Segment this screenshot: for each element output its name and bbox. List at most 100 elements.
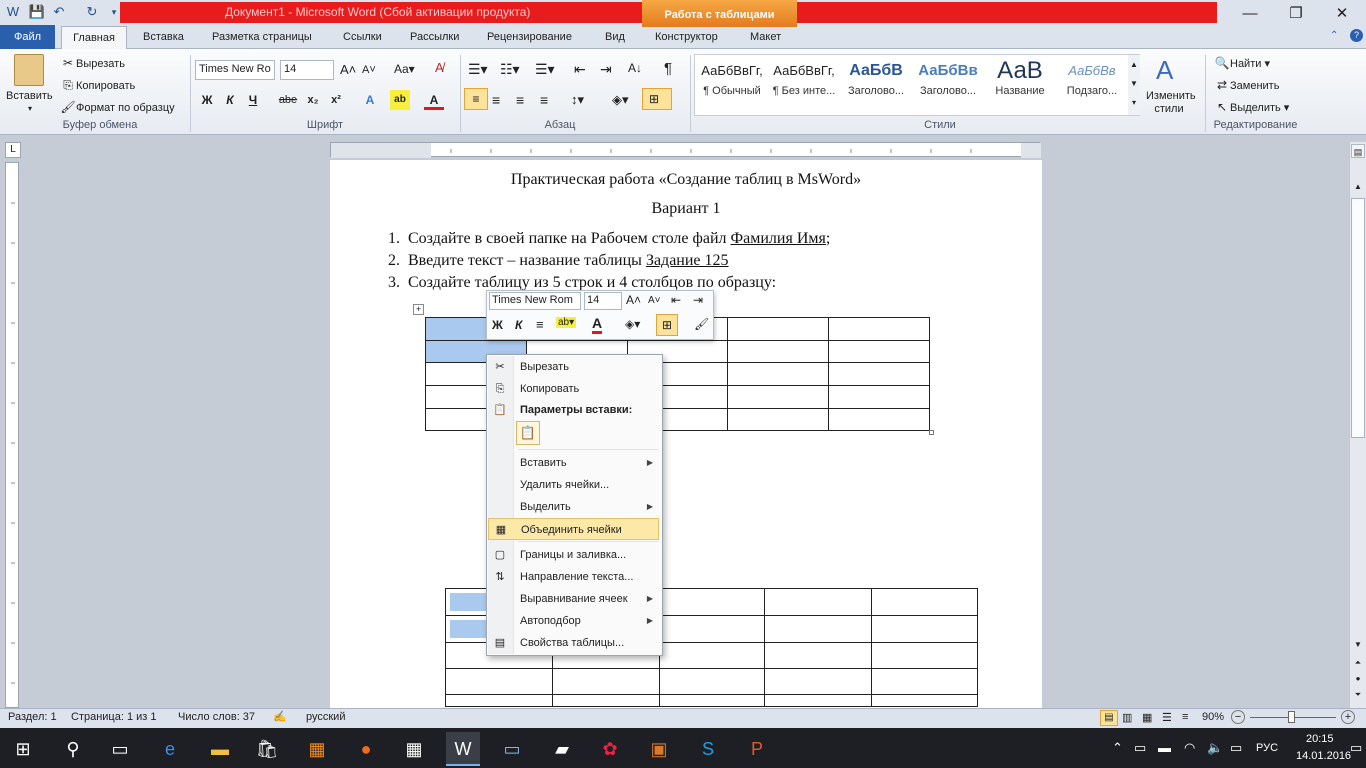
clock-time[interactable]: 20:15 [1306, 733, 1334, 745]
tab-layout[interactable]: Макет [750, 27, 781, 49]
styles-scroll[interactable]: ▲ ▼ ▾ [1128, 55, 1140, 115]
zoom-level[interactable]: 90% [1202, 711, 1224, 723]
decrease-indent-icon[interactable]: ⇤ [574, 61, 586, 78]
subscript-icon[interactable]: x₂ [303, 90, 323, 110]
tab-view[interactable]: Вид [605, 27, 625, 49]
bullets-icon[interactable]: ☰▾ [468, 61, 488, 78]
table-cell[interactable] [658, 694, 766, 707]
table-cell[interactable] [764, 694, 873, 707]
menu-table-properties[interactable]: ▤ Свойства таблицы... [488, 632, 659, 654]
close-button[interactable]: ✕ [1320, 0, 1364, 27]
style-normal[interactable]: АаБбВвГг, ¶ Обычный [696, 57, 768, 111]
menu-autofit[interactable]: Автоподбор ▶ [488, 610, 659, 632]
undo-icon[interactable]: ↶ [50, 3, 68, 21]
style-no-spacing[interactable]: АаБбВвГг, ¶ Без инте... [768, 57, 840, 111]
mini-size-combo[interactable]: 14 [584, 292, 622, 310]
app-icon-orange[interactable]: ▦ [300, 732, 334, 766]
scroll-thumb[interactable] [1351, 198, 1365, 438]
table-cell[interactable] [551, 694, 660, 707]
highlight-icon[interactable]: ab [390, 90, 410, 110]
start-icon[interactable]: ⊞ [6, 732, 40, 766]
mini-decrease-indent-icon[interactable]: ⇤ [671, 293, 681, 307]
paste-dropdown-icon[interactable]: ▾ [28, 104, 32, 113]
tab-references[interactable]: Ссылки [343, 27, 382, 49]
table-cell[interactable] [828, 408, 930, 431]
notifications-icon[interactable]: ▭ [1350, 740, 1362, 756]
mini-font-combo[interactable]: Times New Rom [489, 292, 581, 310]
menu-select[interactable]: Выделить ▶ [488, 496, 659, 518]
vertical-ruler[interactable] [5, 162, 19, 708]
draft-view-icon[interactable]: ≡ [1182, 711, 1188, 723]
word-app-icon[interactable]: W [4, 3, 22, 21]
minimize-button[interactable]: — [1228, 0, 1272, 27]
tab-selector-icon[interactable]: L [5, 142, 21, 158]
font-name-combo[interactable]: Times New Ro [195, 60, 275, 80]
table-cell[interactable] [764, 668, 873, 695]
table-cell[interactable] [828, 340, 930, 363]
word-taskbar-icon[interactable]: W [446, 732, 480, 766]
mini-grow-font-icon[interactable]: A˄ [626, 293, 641, 307]
table-cell[interactable] [727, 385, 830, 409]
borders-button[interactable]: ⊞ [642, 88, 672, 110]
select-button[interactable]: ↖ Выделить ▾ [1214, 99, 1289, 115]
table-cell[interactable] [871, 668, 978, 695]
font-color-icon[interactable]: A [424, 90, 444, 110]
status-page[interactable]: Страница: 1 из 1 [71, 711, 157, 723]
mini-borders-icon[interactable]: ⊞ [656, 314, 678, 336]
change-styles-icon[interactable]: A [1156, 55, 1173, 86]
table-resize-handle[interactable] [929, 430, 934, 435]
zoom-slider-thumb[interactable] [1288, 711, 1295, 723]
align-center-icon[interactable]: ≡ [492, 92, 500, 108]
shrink-font-icon[interactable]: A˅ [362, 64, 376, 76]
powerpoint-icon[interactable]: P [740, 732, 774, 766]
help-icon[interactable]: ? [1350, 29, 1363, 42]
mini-bold-icon[interactable]: Ж [492, 318, 503, 332]
table-cell[interactable] [871, 615, 978, 643]
menu-delete-cells[interactable]: Удалить ячейки... [488, 474, 659, 496]
clock-date[interactable]: 14.01.2016 [1296, 750, 1351, 762]
tab-home[interactable]: Главная [61, 26, 127, 50]
table-cell[interactable] [658, 668, 766, 695]
show-formatting-icon[interactable]: ¶ [664, 60, 672, 77]
zoom-in-icon[interactable]: + [1341, 710, 1355, 724]
replace-button[interactable]: ⇄ Заменить [1214, 77, 1279, 93]
status-word-count[interactable]: Число слов: 37 [178, 711, 255, 723]
menu-borders-shading[interactable]: ▢ Границы и заливка... [488, 544, 659, 566]
table-cell[interactable] [764, 642, 873, 669]
table-cell[interactable] [871, 642, 978, 669]
menu-cell-alignment[interactable]: Выравнивание ячеек ▶ [488, 588, 659, 610]
find-button[interactable]: 🔍Найти ▾ [1214, 55, 1270, 71]
table-cell[interactable] [658, 588, 766, 616]
menu-cut[interactable]: ✂ Вырезать [488, 356, 659, 378]
style-subtitle[interactable]: АаБбВв Подзаго... [1056, 57, 1128, 111]
network-icon[interactable]: ▭ [1134, 740, 1146, 756]
tab-file[interactable]: Файл [0, 25, 55, 49]
ruler-toggle-icon[interactable]: ▤ [1351, 144, 1365, 158]
menu-merge-cells[interactable]: ▦ Объединить ячейки [488, 518, 659, 540]
superscript-icon[interactable]: x² [326, 90, 346, 110]
table-cell[interactable] [828, 317, 930, 341]
keyboard-icon[interactable]: ▭ [1230, 740, 1242, 756]
tab-page-layout[interactable]: Разметка страницы [212, 27, 312, 49]
menu-text-direction[interactable]: ⇅ Направление текста... [488, 566, 659, 588]
style-heading-2[interactable]: АаБбВв Заголово... [912, 57, 984, 111]
table-cell[interactable] [871, 588, 978, 616]
menu-insert[interactable]: Вставить ▶ [488, 452, 659, 474]
scroll-up-icon[interactable]: ▲ [1351, 180, 1365, 194]
table-cell[interactable] [445, 694, 553, 707]
monitor-icon[interactable]: ▭ [495, 732, 529, 766]
tab-mailings[interactable]: Рассылки [410, 27, 459, 49]
copy-button[interactable]: ⎘ Копировать [60, 77, 135, 93]
battery-icon[interactable]: ▬ [1158, 740, 1171, 755]
paint-icon[interactable]: ✿ [593, 732, 627, 766]
scroll-down-icon[interactable]: ▼ [1351, 638, 1365, 652]
increase-indent-icon[interactable]: ⇥ [600, 61, 612, 78]
table-cell[interactable] [445, 668, 553, 695]
paste-icon[interactable] [14, 54, 44, 86]
scanner-icon[interactable]: ▰ [545, 732, 579, 766]
print-layout-view-icon[interactable]: ▤ [1100, 710, 1118, 726]
style-heading-1[interactable]: АаБбВ Заголово... [840, 57, 912, 111]
status-language[interactable]: русский [306, 711, 345, 723]
table-cell[interactable] [727, 408, 830, 431]
multilevel-list-icon[interactable]: ☰▾ [535, 61, 555, 78]
